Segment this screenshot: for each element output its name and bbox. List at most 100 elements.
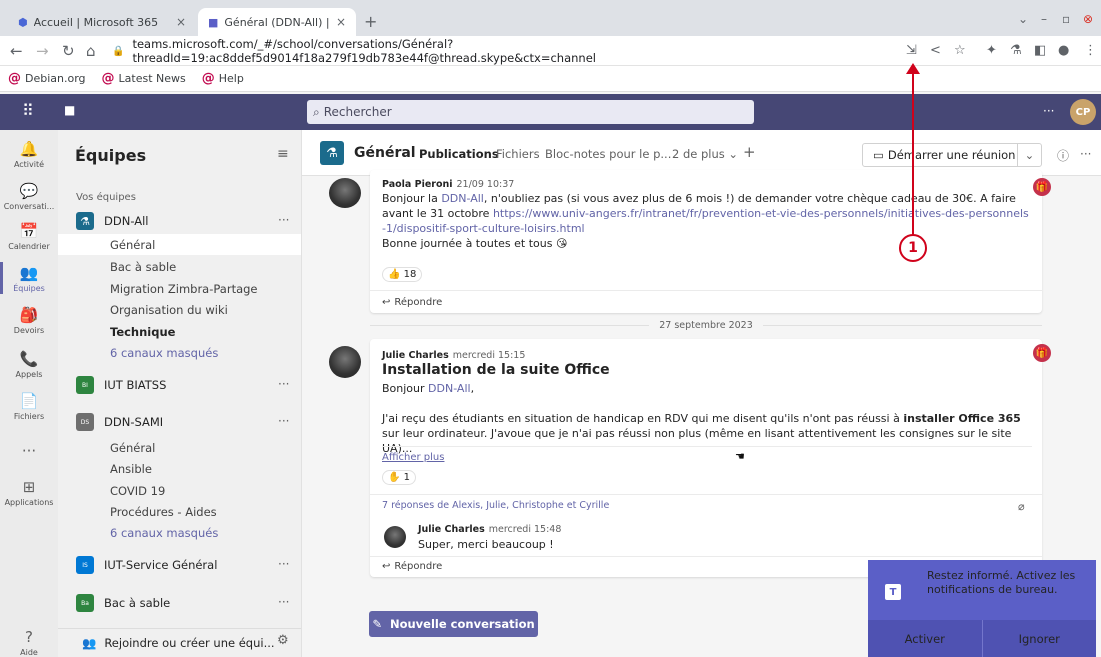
- post-text: J'ai reçu des étudiants en situation de …: [382, 412, 904, 425]
- more-options-icon[interactable]: ···: [1043, 104, 1054, 118]
- info-icon[interactable]: ⓘ: [1057, 147, 1069, 164]
- new-conversation-button[interactable]: ✎ Nouvelle conversation: [369, 611, 538, 637]
- star-icon[interactable]: ☆: [954, 43, 966, 58]
- tab-publications[interactable]: Publications: [419, 147, 499, 161]
- rail-help[interactable]: ? Aide: [0, 628, 58, 657]
- browser-menu-icon[interactable]: ⋮: [1084, 43, 1097, 58]
- channel-procedures[interactable]: Procédures - Aides: [58, 501, 301, 522]
- author-name: Julie Charles: [382, 350, 449, 361]
- close-tab-icon[interactable]: ×: [336, 15, 346, 29]
- start-meeting-button[interactable]: ▭ Démarrer une réunion ⌄: [862, 143, 1042, 167]
- restore-icon[interactable]: ▫: [1062, 12, 1070, 26]
- close-tab-icon[interactable]: ×: [176, 15, 186, 29]
- channel-label: Général: [110, 440, 156, 455]
- rail-more[interactable]: ···: [0, 442, 58, 460]
- rail-files[interactable]: 📄 Fichiers: [0, 392, 58, 421]
- hidden-channels-link[interactable]: 6 canaux masqués: [58, 342, 301, 363]
- share-icon[interactable]: <: [930, 43, 941, 58]
- browser-tab-general[interactable]: ■ Général (DDN-All) | Microsoft ×: [198, 8, 356, 36]
- team-more-icon[interactable]: ···: [278, 213, 289, 227]
- profile-icon[interactable]: ●: [1058, 43, 1069, 58]
- url-field[interactable]: 🔒 teams.microsoft.com/_#/school/conversa…: [112, 37, 902, 65]
- gift-icon[interactable]: 🎁: [1033, 178, 1051, 196]
- avatar[interactable]: CP: [1070, 99, 1096, 125]
- channel-label: 6 canaux masqués: [110, 525, 219, 540]
- channel-migration[interactable]: Migration Zimbra-Partage: [58, 278, 301, 299]
- channel-general[interactable]: Général: [58, 234, 301, 255]
- rail-teams[interactable]: 👥 Équipes: [0, 264, 58, 293]
- rail-calls[interactable]: 📞 Appels: [0, 350, 58, 379]
- channel-ansible[interactable]: Ansible: [58, 458, 301, 479]
- team-more-icon[interactable]: ···: [278, 595, 289, 609]
- annotation-arrow: [912, 73, 914, 236]
- reply-button[interactable]: ↩ Répondre: [382, 561, 442, 572]
- channel-technique[interactable]: Technique: [58, 321, 301, 342]
- extensions-icon[interactable]: ✦: [986, 43, 997, 58]
- forward-icon[interactable]: →: [36, 42, 49, 60]
- team-iut-service-general[interactable]: IS IUT-Service Général: [76, 554, 217, 576]
- team-iut-biatss[interactable]: BI IUT BIATSS: [76, 374, 166, 396]
- mention-link[interactable]: DDN-All: [428, 382, 471, 395]
- channel-wiki[interactable]: Organisation du wiki: [58, 299, 301, 320]
- bookmark-help[interactable]: @ Help: [202, 71, 244, 86]
- rail-chat[interactable]: 💬 Conversati...: [0, 182, 58, 211]
- team-ddn-all[interactable]: ⚗ DDN-All: [76, 210, 148, 232]
- reaction-hand[interactable]: ✋ 1: [382, 470, 416, 485]
- browser-tab-accueil[interactable]: ⬢ Accueil | Microsoft 365 ×: [8, 8, 196, 36]
- channel-team-icon: ⚗: [320, 141, 344, 165]
- post-body: Bonjour la DDN-All, n'oubliez pas (si vo…: [382, 191, 1032, 251]
- app-launcher-icon[interactable]: ⠿: [22, 101, 34, 120]
- team-bac-a-sable[interactable]: Ba Bac à sable: [76, 592, 170, 614]
- install-app-icon[interactable]: ⇲: [906, 43, 917, 58]
- gear-icon[interactable]: ⚙: [277, 633, 289, 648]
- sidebar-icon[interactable]: ◧: [1034, 43, 1046, 58]
- ignore-button[interactable]: Ignorer: [981, 620, 1097, 657]
- bookmark-latest-news[interactable]: @ Latest News: [102, 71, 186, 86]
- reaction-like[interactable]: 👍 18: [382, 267, 423, 282]
- mention-link[interactable]: DDN-All: [441, 192, 484, 205]
- join-label: Rejoindre ou créer une équi...: [104, 635, 275, 650]
- join-create-team-button[interactable]: 👥 Rejoindre ou créer une équi...: [58, 628, 301, 656]
- channel-covid[interactable]: COVID 19: [58, 480, 301, 501]
- close-window-icon[interactable]: ⊗: [1083, 12, 1093, 26]
- post-body: J'ai reçu des étudiants en situation de …: [382, 411, 1032, 456]
- tab-bloc-notes[interactable]: Bloc-notes pour le p...: [545, 147, 671, 161]
- chevron-down-icon[interactable]: ⌄: [1017, 144, 1041, 166]
- bookmark-debian[interactable]: @ Debian.org: [8, 71, 86, 86]
- show-more-link[interactable]: Afficher plus: [382, 452, 444, 463]
- tab-more[interactable]: 2 de plus ⌄: [672, 147, 738, 161]
- channel-bac-a-sable[interactable]: Bac à sable: [58, 256, 301, 277]
- replies-summary-link[interactable]: 7 réponses de Alexis, Julie, Christophe …: [382, 500, 609, 511]
- add-tab-button[interactable]: +: [743, 143, 756, 161]
- more-options-icon[interactable]: ···: [1080, 147, 1091, 161]
- filter-icon[interactable]: ≡: [277, 146, 289, 162]
- tab-search-icon[interactable]: ⌄: [1018, 12, 1028, 26]
- team-more-icon[interactable]: ···: [278, 377, 289, 391]
- new-tab-button[interactable]: +: [364, 12, 377, 31]
- team-ddn-sami[interactable]: DS DDN-SAMI: [76, 411, 163, 433]
- minimize-icon[interactable]: –: [1041, 12, 1047, 26]
- enable-notifications-button[interactable]: Activer: [868, 620, 982, 657]
- team-more-icon[interactable]: ···: [278, 557, 289, 571]
- channel-general[interactable]: Général: [58, 437, 301, 458]
- chat-icon: 💬: [19, 182, 39, 200]
- lab-icon[interactable]: ⚗: [1010, 43, 1022, 58]
- rail-apps[interactable]: ⊞ Applications: [0, 478, 58, 507]
- search-input[interactable]: ⌕ Rechercher: [307, 100, 754, 124]
- post-text: Bonne journée à toutes et tous 😘: [382, 237, 568, 250]
- reload-icon[interactable]: ↻: [62, 42, 75, 60]
- reply-icon: ↩: [382, 297, 391, 308]
- rail-label: Équipes: [13, 284, 45, 293]
- team-avatar: IS: [76, 556, 94, 574]
- rail-activity[interactable]: 🔔 Activité: [0, 140, 58, 169]
- team-more-icon[interactable]: ···: [278, 414, 289, 428]
- gift-icon[interactable]: 🎁: [1033, 344, 1051, 362]
- post-text: ,: [470, 382, 475, 395]
- rail-assignments[interactable]: 🎒 Devoirs: [0, 306, 58, 335]
- back-icon[interactable]: ←: [10, 42, 23, 60]
- tab-fichiers[interactable]: Fichiers: [496, 147, 540, 161]
- hidden-channels-link[interactable]: 6 canaux masqués: [58, 522, 301, 543]
- rail-calendar[interactable]: 📅 Calendrier: [0, 222, 58, 251]
- reply-button[interactable]: ↩ Répondre: [382, 297, 442, 308]
- home-icon[interactable]: ⌂: [86, 42, 96, 60]
